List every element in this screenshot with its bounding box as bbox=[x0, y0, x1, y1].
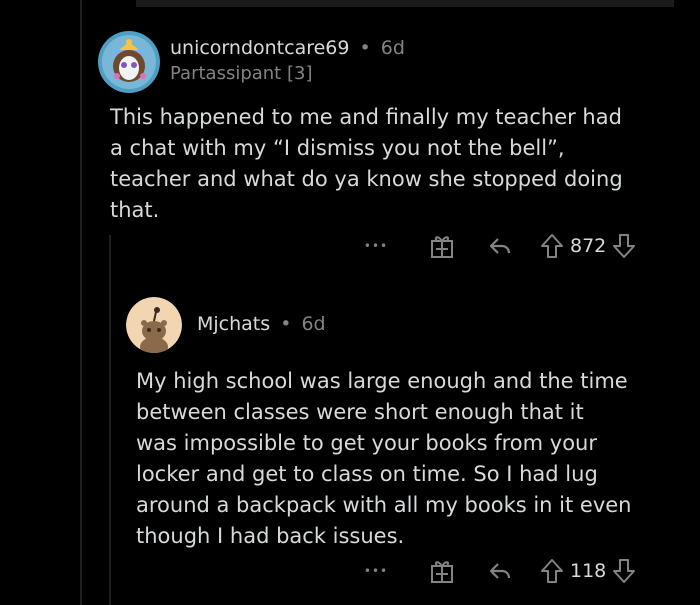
avatar[interactable] bbox=[97, 30, 161, 94]
avatar[interactable] bbox=[126, 297, 182, 353]
vote-count: 118 bbox=[570, 560, 607, 582]
thread-line[interactable] bbox=[80, 0, 82, 605]
comment-body: My high school was large enough and the … bbox=[136, 366, 696, 552]
comment-line: though I had back issues. bbox=[136, 524, 405, 548]
comment-username[interactable]: unicorndontcare69 • 6d bbox=[170, 37, 405, 59]
reply-icon[interactable] bbox=[486, 232, 514, 260]
comment-actions: ••• 872 bbox=[362, 231, 636, 261]
comment-line: teacher and what do ya know she stopped … bbox=[110, 167, 623, 191]
reply-icon[interactable] bbox=[486, 557, 514, 585]
upvote-icon[interactable] bbox=[540, 557, 564, 585]
comment-line: a chat with my “I dismiss you not the be… bbox=[110, 136, 565, 160]
comment-line: My high school was large enough and the … bbox=[136, 369, 628, 393]
upvote-icon[interactable] bbox=[540, 232, 564, 260]
downvote-icon[interactable] bbox=[612, 557, 636, 585]
comment-actions: ••• 118 bbox=[362, 556, 636, 586]
downvote-icon[interactable] bbox=[612, 232, 636, 260]
award-icon[interactable] bbox=[428, 232, 456, 260]
meta-separator: • bbox=[359, 37, 371, 59]
meta-separator: • bbox=[280, 313, 292, 335]
comment-line: was impossible to get your books from yo… bbox=[136, 431, 597, 455]
more-icon[interactable]: ••• bbox=[362, 231, 390, 261]
user-flair: Partassipant [3] bbox=[170, 63, 313, 84]
award-icon[interactable] bbox=[428, 557, 456, 585]
comment-line: between classes were short enough that i… bbox=[136, 400, 584, 424]
comment-line: around a backpack with all my books in i… bbox=[136, 493, 632, 517]
previous-comment-edge bbox=[136, 0, 674, 7]
comment-line: This happened to me and finally my teach… bbox=[110, 105, 622, 129]
comment-line: locker and get to class on time. So I ha… bbox=[136, 462, 598, 486]
comment-line: that. bbox=[110, 198, 160, 222]
thread-line-child[interactable] bbox=[109, 235, 111, 605]
more-icon[interactable]: ••• bbox=[362, 556, 390, 586]
comment-username[interactable]: Mjchats • 6d bbox=[197, 313, 326, 335]
comment-age: 6d bbox=[301, 313, 326, 335]
comment-age: 6d bbox=[380, 37, 405, 59]
vote-count: 872 bbox=[570, 235, 607, 257]
comment-body: This happened to me and finally my teach… bbox=[110, 102, 690, 226]
